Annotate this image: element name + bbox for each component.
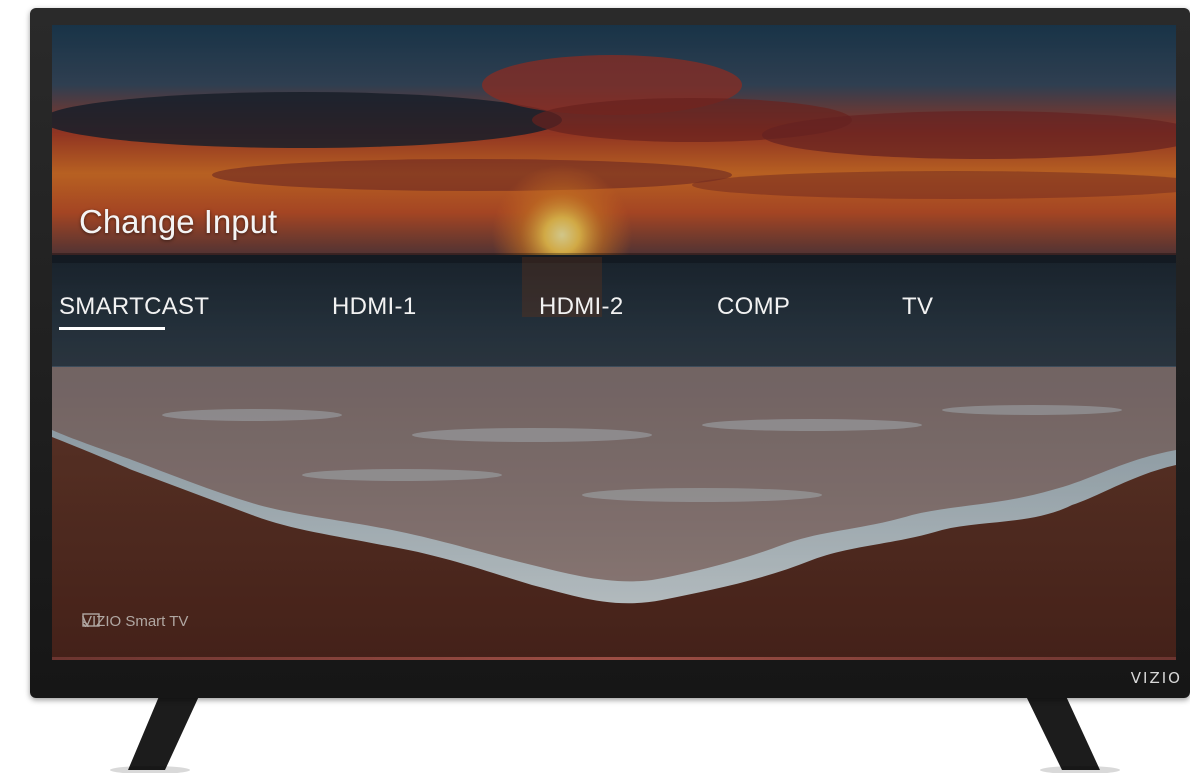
tab-selected-indicator — [59, 327, 165, 330]
tv-scene: VIZIO Change Input SMARTCAST HDMI-1 HDMI… — [0, 0, 1190, 773]
tab-comp[interactable]: COMP — [717, 293, 790, 321]
tv-brand-logo: VIZIO — [1130, 669, 1182, 687]
tab-hdmi-2[interactable]: HDMI-2 — [539, 293, 623, 321]
input-tabs: SMARTCAST HDMI-1 HDMI-2 COMP TV — [52, 293, 1176, 333]
smartcast-footer: VIZIO Smart TV — [82, 613, 188, 630]
tab-hdmi-1[interactable]: HDMI-1 — [332, 293, 416, 321]
tab-smartcast[interactable]: SMARTCAST — [59, 293, 210, 330]
tv-screen: Change Input SMARTCAST HDMI-1 HDMI-2 COM… — [52, 25, 1176, 657]
tab-tv[interactable]: TV — [902, 293, 933, 321]
tab-label: HDMI-1 — [332, 293, 417, 320]
tab-label: COMP — [717, 293, 791, 320]
tab-label: SMARTCAST — [59, 293, 210, 320]
tv-accent-strip — [52, 657, 1176, 660]
menu-title: Change Input — [79, 203, 278, 240]
tab-label: HDMI-2 — [539, 293, 624, 320]
tab-label: TV — [902, 293, 934, 320]
cast-icon — [82, 613, 100, 628]
